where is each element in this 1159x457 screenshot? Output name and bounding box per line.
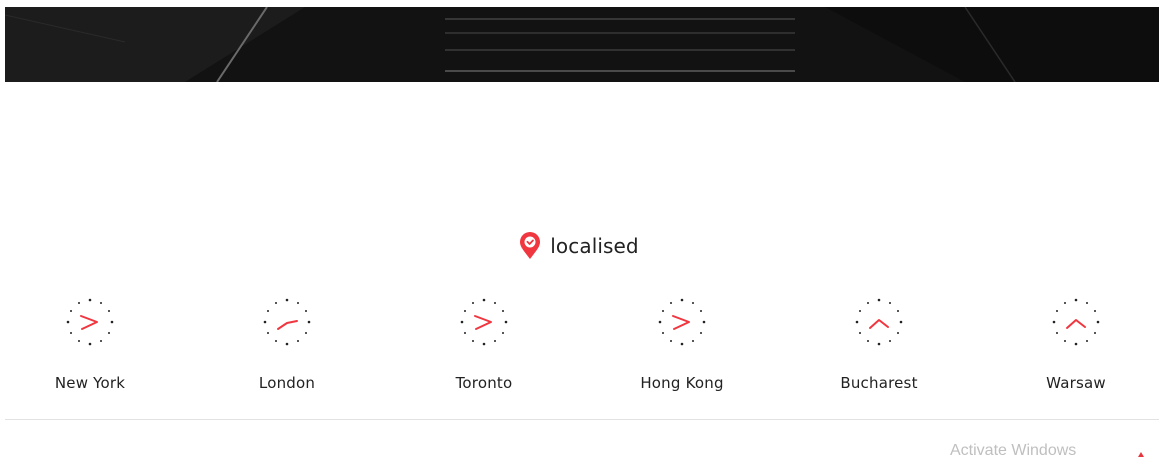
clock-ticks xyxy=(460,298,508,346)
city-name: Hong Kong xyxy=(640,374,724,392)
clock-ticks xyxy=(1052,298,1100,346)
city-clock-warsaw[interactable]: Warsaw xyxy=(1006,296,1146,392)
clock-ticks xyxy=(66,298,114,346)
city-name: New York xyxy=(54,374,126,392)
city-clock-toronto[interactable]: Toronto xyxy=(414,296,554,392)
clock-icon xyxy=(1052,298,1100,346)
city-name: Bucharest xyxy=(840,374,918,392)
city-name: Warsaw xyxy=(1046,374,1106,392)
city-clock-hong-kong[interactable]: Hong Kong xyxy=(612,296,752,392)
clock-icon xyxy=(263,298,311,346)
city-name: Toronto xyxy=(455,374,513,392)
clock-icon xyxy=(460,298,508,346)
clock-icon xyxy=(66,298,114,346)
section-divider xyxy=(5,419,1159,420)
city-clock-bucharest[interactable]: Bucharest xyxy=(809,296,949,392)
page: localised New York London Toronto Hong K… xyxy=(0,0,1159,457)
windows-activation-watermark: Activate Windows xyxy=(950,442,1077,457)
city-clock-london[interactable]: London xyxy=(217,296,357,392)
clock-ticks xyxy=(855,298,903,346)
clock-icon xyxy=(855,298,903,346)
brand-logo[interactable]: localised xyxy=(0,229,1159,263)
hero-banner-image xyxy=(5,7,1159,82)
map-pin-clock-icon xyxy=(520,232,541,259)
clock-ticks xyxy=(658,298,706,346)
world-clocks: New York London Toronto Hong Kong Buchar… xyxy=(0,296,1159,406)
clock-icon xyxy=(658,298,706,346)
brand-name: localised xyxy=(550,234,639,258)
scroll-up-icon[interactable] xyxy=(1138,452,1144,457)
city-name: London xyxy=(258,374,316,392)
city-clock-new-york[interactable]: New York xyxy=(20,296,160,392)
